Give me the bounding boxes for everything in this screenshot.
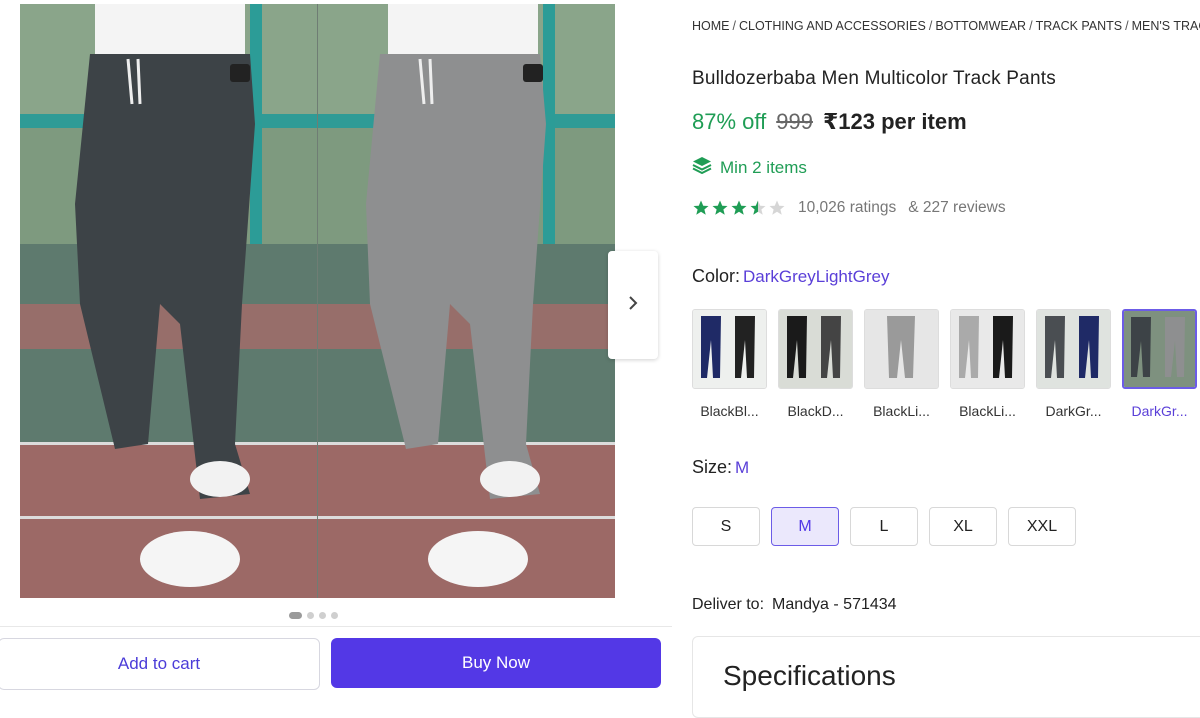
pagination-dot[interactable]	[307, 612, 314, 619]
next-image-button[interactable]	[608, 251, 658, 359]
min-items-text: Min 2 items	[720, 157, 807, 177]
image-pagination-dots	[289, 612, 338, 619]
delivery-location[interactable]: Mandya - 571434	[772, 596, 897, 613]
product-details: HOME / CLOTHING AND ACCESSORIES / BOTTOMWEAR…	[692, 0, 1200, 718]
swatch-thumbnail	[692, 309, 767, 389]
sale-price: ₹123 per item	[822, 109, 967, 134]
color-swatch[interactable]: DarkGr...	[1036, 309, 1111, 419]
divider	[0, 626, 672, 627]
swatch-label: BlackD...	[787, 403, 844, 419]
add-to-cart-button[interactable]: Add to cart	[0, 638, 320, 690]
breadcrumb: HOME / CLOTHING AND ACCESSORIES / BOTTOMWEAR…	[692, 19, 1200, 33]
selected-size: M	[735, 458, 750, 477]
breadcrumb-clothing[interactable]: CLOTHING AND ACCESSORIES	[739, 19, 926, 33]
rating-row: 10,026 ratings & 227 reviews	[692, 199, 1006, 217]
color-swatch[interactable]: BlackLi...	[950, 309, 1025, 419]
color-swatch[interactable]: BlackLi...	[864, 309, 939, 419]
original-price: 999	[776, 109, 813, 134]
product-photo-light-grey	[318, 4, 615, 598]
size-option-s[interactable]: S	[692, 507, 760, 546]
color-swatch[interactable]: BlackD...	[778, 309, 853, 419]
breadcrumb-home[interactable]: HOME	[692, 19, 730, 33]
pagination-dot[interactable]	[319, 612, 326, 619]
size-label-row: Size: M	[692, 457, 749, 478]
deliver-label: Deliver to:	[692, 596, 765, 613]
half-star-icon	[750, 200, 766, 215]
product-photo-dark-grey	[20, 4, 317, 598]
star-icon	[693, 200, 709, 215]
color-swatches: BlackBl... BlackD... BlackLi... BlackLi.…	[692, 309, 1197, 419]
swatch-label: BlackLi...	[959, 403, 1016, 419]
product-title: Bulldozerbaba Men Multicolor Track Pants	[692, 68, 1056, 89]
swatch-thumbnail	[1036, 309, 1111, 389]
swatch-thumbnail	[864, 309, 939, 389]
buy-now-button[interactable]: Buy Now	[331, 638, 661, 688]
pagination-dot[interactable]	[331, 612, 338, 619]
color-swatch[interactable]: BlackBl...	[692, 309, 767, 419]
star-icon	[731, 200, 747, 215]
color-label: Color:	[692, 266, 741, 286]
swatch-label: DarkGr...	[1045, 403, 1102, 419]
star-icon	[712, 200, 728, 215]
breadcrumb-bottomwear[interactable]: BOTTOMWEAR	[935, 19, 1026, 33]
product-image-gallery[interactable]	[20, 4, 615, 598]
size-option-l[interactable]: L	[850, 507, 918, 546]
delivery-row: Deliver to: Mandya - 571434	[692, 596, 897, 614]
color-swatch-selected[interactable]: DarkGr...	[1122, 309, 1197, 419]
discount-percent: 87% off	[692, 109, 767, 134]
swatch-label: BlackBl...	[700, 403, 759, 419]
size-option-xl[interactable]: XL	[929, 507, 997, 546]
price-row: 87% off 999 ₹123 per item	[692, 109, 967, 135]
rating-stars	[692, 199, 786, 217]
swatch-thumbnail	[778, 309, 853, 389]
size-option-xxl[interactable]: XXL	[1008, 507, 1076, 546]
swatch-thumbnail	[1122, 309, 1197, 389]
breadcrumb-mens-track[interactable]: MEN'S TRAC	[1132, 19, 1200, 33]
breadcrumb-track-pants[interactable]: TRACK PANTS	[1036, 19, 1123, 33]
selected-color: DarkGreyLightGrey	[743, 267, 890, 286]
size-option-m[interactable]: M	[771, 507, 839, 546]
layers-icon	[692, 156, 712, 179]
empty-star-icon	[769, 200, 785, 215]
swatch-label: DarkGr...	[1131, 403, 1188, 419]
reviews-count[interactable]: & 227 reviews	[908, 199, 1005, 217]
min-items-note: Min 2 items	[692, 156, 807, 179]
specifications-title: Specifications	[723, 660, 896, 691]
ratings-count[interactable]: 10,026 ratings	[798, 199, 896, 217]
pagination-dot[interactable]	[289, 612, 302, 619]
swatch-label: BlackLi...	[873, 403, 930, 419]
chevron-right-icon	[626, 295, 640, 316]
size-options: S M L XL XXL	[692, 507, 1076, 546]
color-label-row: Color: DarkGreyLightGrey	[692, 266, 889, 287]
swatch-thumbnail	[950, 309, 1025, 389]
size-label: Size:	[692, 457, 733, 477]
